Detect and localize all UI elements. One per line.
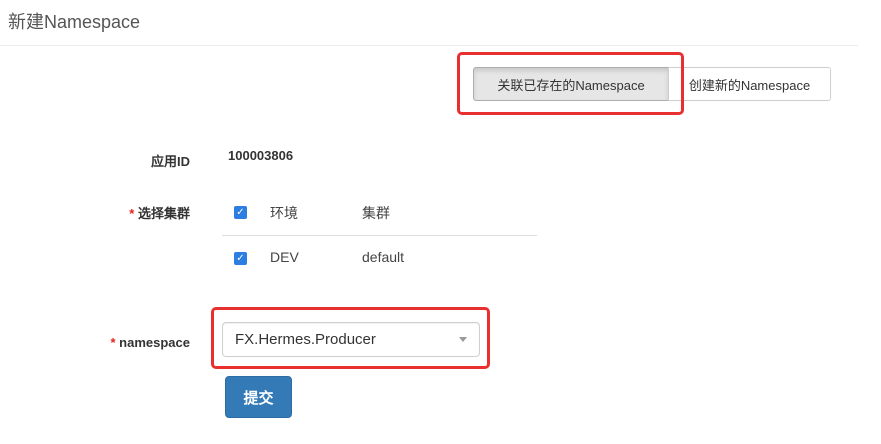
namespace-label: * namespace (60, 335, 190, 350)
cluster-select-label: * 选择集群 (80, 203, 190, 222)
required-mark: * (129, 206, 135, 221)
app-id-value: 100003806 (228, 148, 294, 163)
highlight-box-namespace-select (211, 307, 490, 369)
select-all-checkbox[interactable]: ✓ (234, 206, 247, 219)
namespace-label-text: namespace (119, 335, 190, 350)
check-icon: ✓ (236, 207, 245, 218)
page-title: 新建Namespace (8, 12, 141, 32)
table-divider (222, 235, 537, 236)
create-new-namespace-button[interactable]: 创建新的Namespace (668, 67, 831, 101)
submit-button[interactable]: 提交 (225, 376, 292, 418)
cluster-row-env: DEV (270, 249, 299, 265)
env-column-header: 环境 (270, 205, 298, 221)
cluster-row-name: default (362, 249, 405, 265)
cluster-select-label-text: 选择集群 (137, 206, 190, 221)
required-mark: * (110, 335, 116, 350)
check-icon: ✓ (236, 253, 245, 264)
highlight-box-mode-button (457, 52, 684, 115)
title-divider (0, 45, 858, 46)
cluster-row-checkbox[interactable]: ✓ (234, 252, 247, 265)
app-id-label: 应用ID (150, 154, 190, 169)
cluster-column-header: 集群 (362, 205, 390, 221)
